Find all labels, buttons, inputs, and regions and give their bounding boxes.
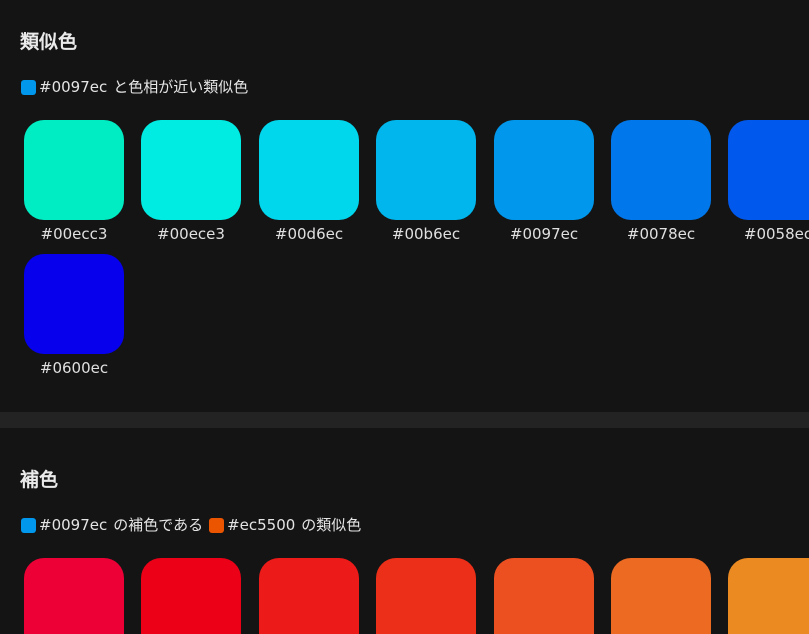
base-color-chip — [21, 517, 36, 533]
color-swatch-item[interactable]: #0097ec — [494, 120, 594, 242]
analogous-section: 類似色 #0097ec と色相が近い類似色 #00ecc3 #00ece3 #00d… — [0, 0, 809, 412]
color-swatch[interactable] — [141, 558, 241, 634]
color-swatch-item[interactable] — [611, 558, 711, 634]
color-swatch-item[interactable] — [376, 558, 476, 634]
color-swatch-item[interactable]: #00ece3 — [141, 120, 241, 242]
color-swatch-item[interactable]: #0058ec — [728, 120, 809, 242]
color-swatch[interactable] — [728, 558, 809, 634]
analogous-description: #0097ec と色相が近い類似色 — [21, 77, 248, 97]
complementary-description: #0097ec の補色である #ec5500 の類似色 — [21, 515, 361, 535]
complementary-description-text-2: の類似色 — [301, 516, 362, 534]
color-swatch[interactable] — [611, 558, 711, 634]
color-swatch-item[interactable]: #00ecc3 — [24, 120, 124, 242]
color-swatch[interactable] — [141, 120, 241, 220]
base-color-chip — [21, 79, 36, 95]
color-swatch-item[interactable]: #00d6ec — [259, 120, 359, 242]
color-swatch-item[interactable] — [259, 558, 359, 634]
color-swatch-label: #0058ec — [743, 225, 809, 243]
analogous-description-text: と色相が近い類似色 — [113, 78, 249, 96]
color-swatch[interactable] — [494, 558, 594, 634]
section-divider — [0, 412, 809, 428]
complementary-section: 補色 #0097ec の補色である #ec5500 の類似色 — [0, 428, 809, 634]
color-swatch[interactable] — [728, 120, 809, 220]
base-color-hex: #0097ec — [39, 516, 108, 534]
analogous-title: 類似色 — [20, 31, 78, 53]
complementary-description-text-1: の補色である — [113, 516, 204, 534]
color-swatch-item[interactable]: #0600ec — [24, 254, 124, 376]
color-swatch-item[interactable] — [494, 558, 594, 634]
color-swatch[interactable] — [611, 120, 711, 220]
complement-color-chip — [209, 517, 225, 533]
color-palette-page: 類似色 #0097ec と色相が近い類似色 #00ecc3 #00ece3 #00d… — [0, 0, 809, 634]
color-swatch-item[interactable] — [141, 558, 241, 634]
color-swatch[interactable] — [259, 558, 359, 634]
color-swatch[interactable] — [259, 120, 359, 220]
color-swatch[interactable] — [494, 120, 594, 220]
color-swatch-item[interactable]: #0078ec — [611, 120, 711, 242]
color-swatch[interactable] — [24, 558, 124, 634]
color-swatch[interactable] — [376, 120, 476, 220]
color-swatch-item[interactable] — [24, 558, 124, 634]
color-swatch-item[interactable]: #00b6ec — [376, 120, 476, 242]
color-swatch-label: #0600ec — [39, 359, 109, 377]
complement-color-hex: #ec5500 — [227, 516, 296, 534]
complementary-title: 補色 — [20, 469, 59, 491]
color-swatch-item[interactable] — [728, 558, 809, 634]
color-swatch[interactable] — [376, 558, 476, 634]
color-swatch[interactable] — [24, 254, 124, 354]
color-swatch[interactable] — [24, 120, 124, 220]
base-color-hex: #0097ec — [39, 78, 108, 96]
